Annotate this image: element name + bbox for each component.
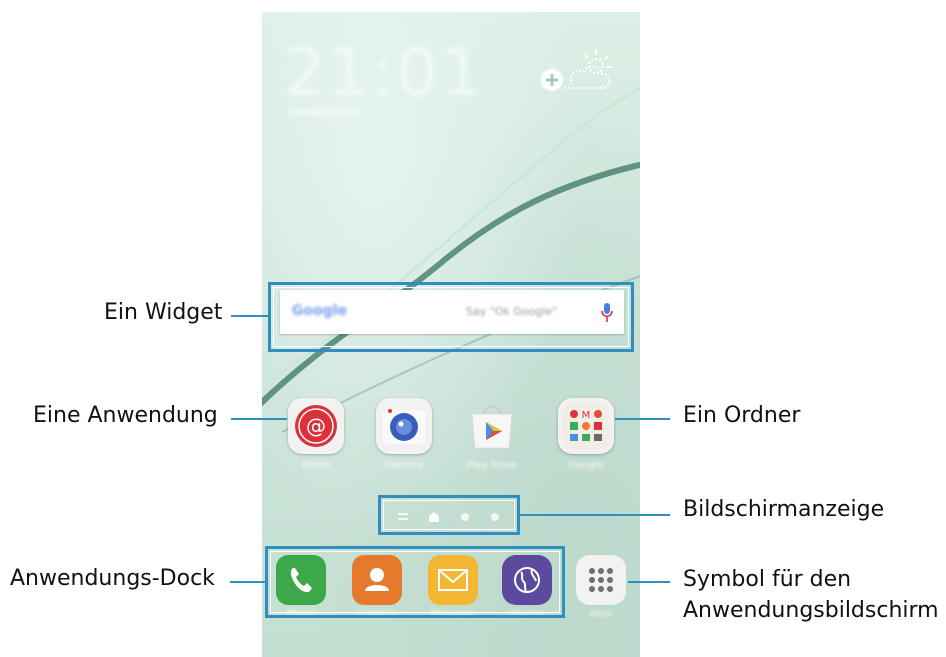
apps-icon-label-line2: Anwendungsbildschirm [683,598,939,623]
clock-widget[interactable]: 21:01 [284,40,484,106]
dock-label: Anwendungs-Dock [10,566,215,591]
dock-callout-box [265,546,565,618]
play-store-app[interactable] [464,398,520,454]
svg-text:M: M [582,410,591,421]
google-folder[interactable]: M [558,398,614,454]
app-leader-line [231,418,287,420]
email-app[interactable]: @ [288,398,344,454]
apps-label: Apps [589,609,613,619]
apps-icon-leader-line [628,581,670,583]
folder-leader-line [615,418,670,420]
add-weather-icon[interactable] [538,42,618,98]
widget-leader-line [231,315,268,317]
email-label: Email [302,460,330,471]
folder-label: Ein Ordner [683,403,801,428]
screen-indicator-label: Bildschirmanzeige [683,497,885,522]
camera-icon [382,409,426,444]
google-folder-label: Google [568,460,604,471]
play-store-icon [471,405,513,449]
indicator-callout-box [378,495,520,535]
folder-icon: M [562,402,610,450]
camera-label: Camera [384,460,424,471]
camera-app[interactable] [376,398,432,454]
dock-leader-line [230,581,265,583]
indicator-leader-line [520,514,670,516]
svg-text:@: @ [306,414,326,438]
apps-grid-icon[interactable] [576,555,626,605]
clock-date [288,108,358,116]
app-label: Eine Anwendung [33,403,218,428]
apps-icon-label-line1: Symbol für den [683,567,852,592]
widget-callout-box [268,282,634,352]
email-icon: @ [295,405,337,447]
widget-label: Ein Widget [104,300,223,325]
play-store-label: Play Store [466,460,518,471]
